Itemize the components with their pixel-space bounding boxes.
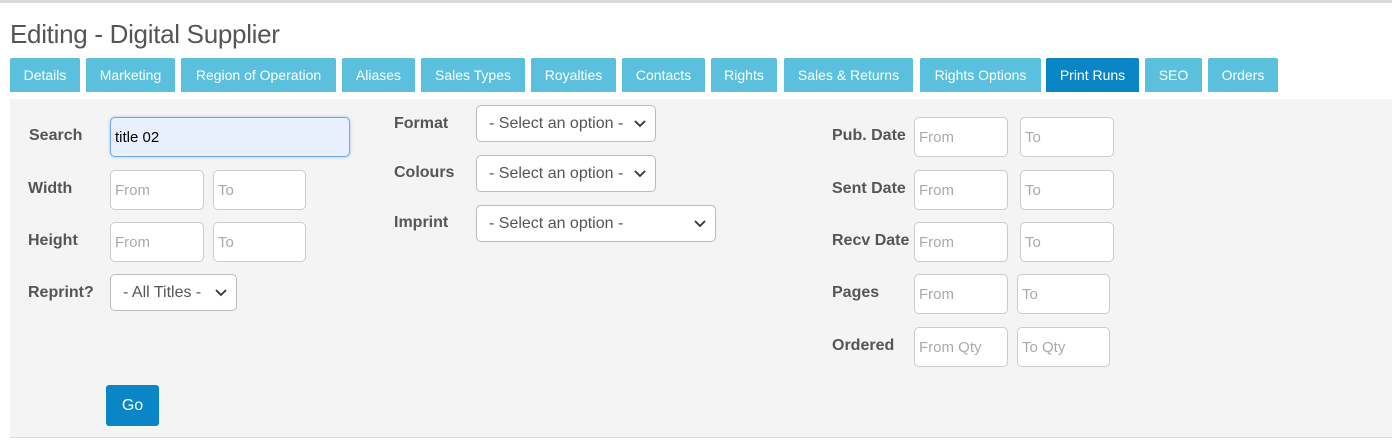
pages-to-input[interactable] bbox=[1017, 274, 1110, 314]
ordered-to-input[interactable] bbox=[1017, 327, 1110, 367]
imprint-select[interactable]: - Select an option - bbox=[476, 205, 716, 242]
width-to-input[interactable] bbox=[213, 170, 306, 210]
tab-sales-returns[interactable]: Sales & Returns bbox=[784, 58, 913, 92]
search-label: Search bbox=[29, 127, 83, 144]
imprint-label: Imprint bbox=[394, 214, 449, 231]
page-title: Editing - Digital Supplier bbox=[10, 19, 280, 49]
height-from-input[interactable] bbox=[110, 222, 204, 262]
format-label: Format bbox=[394, 115, 449, 132]
pages-label: Pages bbox=[832, 284, 880, 301]
colours-select[interactable]: - Select an option - bbox=[476, 155, 656, 192]
colours-selected-value: - Select an option - bbox=[489, 165, 624, 182]
go-button[interactable]: Go bbox=[106, 385, 159, 426]
tab-rights[interactable]: Rights bbox=[711, 58, 777, 92]
tab-details[interactable]: Details bbox=[10, 58, 80, 92]
width-label: Width bbox=[28, 180, 73, 197]
reprint-selected-value: - All Titles - bbox=[123, 284, 202, 301]
tab-sales-types[interactable]: Sales Types bbox=[421, 58, 525, 92]
search-input[interactable] bbox=[110, 117, 350, 157]
filter-panel: Search Width Height Reprint? - All Title… bbox=[10, 99, 1392, 438]
height-to-input[interactable] bbox=[213, 222, 306, 262]
pub-date-from-input[interactable] bbox=[914, 117, 1008, 157]
reprint-select[interactable]: - All Titles - bbox=[110, 274, 237, 311]
tab-rights-options[interactable]: Rights Options bbox=[920, 58, 1041, 92]
colours-label: Colours bbox=[394, 164, 455, 181]
ordered-label: Ordered bbox=[832, 337, 895, 354]
format-select[interactable]: - Select an option - bbox=[476, 105, 656, 142]
tab-region-of-operation[interactable]: Region of Operation bbox=[181, 58, 336, 92]
recv-date-to-input[interactable] bbox=[1020, 222, 1114, 262]
chevron-down-icon bbox=[694, 220, 706, 228]
tab-orders[interactable]: Orders bbox=[1208, 58, 1278, 92]
sent-date-label: Sent Date bbox=[832, 180, 906, 197]
tab-royalties[interactable]: Royalties bbox=[531, 58, 616, 92]
recv-date-label: Recv Date bbox=[832, 232, 910, 249]
format-selected-value: - Select an option - bbox=[489, 115, 624, 132]
height-label: Height bbox=[28, 232, 78, 249]
reprint-label: Reprint? bbox=[28, 284, 94, 301]
chevron-down-icon bbox=[634, 120, 646, 128]
tab-contacts[interactable]: Contacts bbox=[622, 58, 705, 92]
pages-from-input[interactable] bbox=[914, 274, 1008, 314]
tab-print-runs[interactable]: Print Runs bbox=[1046, 58, 1139, 92]
top-border bbox=[0, 0, 1392, 3]
sent-date-to-input[interactable] bbox=[1020, 170, 1114, 210]
ordered-from-input[interactable] bbox=[914, 327, 1008, 367]
chevron-down-icon bbox=[634, 170, 646, 178]
width-from-input[interactable] bbox=[110, 170, 204, 210]
chevron-down-icon bbox=[215, 289, 227, 297]
recv-date-from-input[interactable] bbox=[914, 222, 1008, 262]
tab-aliases[interactable]: Aliases bbox=[342, 58, 415, 92]
tab-marketing[interactable]: Marketing bbox=[86, 58, 175, 92]
imprint-selected-value: - Select an option - bbox=[489, 215, 624, 232]
pub-date-to-input[interactable] bbox=[1020, 117, 1114, 157]
pub-date-label: Pub. Date bbox=[832, 127, 906, 144]
tab-seo[interactable]: SEO bbox=[1145, 58, 1202, 92]
sent-date-from-input[interactable] bbox=[914, 170, 1008, 210]
